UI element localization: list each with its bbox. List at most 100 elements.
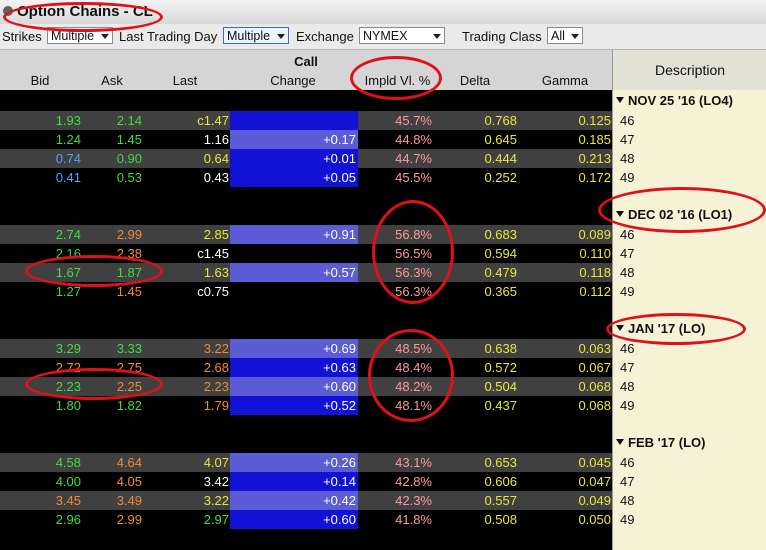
strikes-dropdown[interactable]: Multiple — [47, 27, 113, 44]
table-row[interactable]: 1.67 1.87 1.63 +0.57 56.3% 0.479 0.118 — [0, 263, 612, 282]
last-cell: 0.43 — [203, 170, 229, 185]
expiry-group-header[interactable]: JAN '17 (LO) — [616, 321, 706, 336]
change-cell: +0.60 — [323, 379, 356, 394]
ask-cell: 1.45 — [116, 284, 142, 299]
gamma-cell: 0.063 — [578, 341, 611, 356]
bid-cell: 0.41 — [55, 170, 81, 185]
table-row[interactable]: 2.74 2.99 2.85 +0.91 56.8% 0.683 0.089 — [0, 225, 612, 244]
expiry-separator-row — [0, 320, 612, 339]
strike-description: 47 — [620, 474, 635, 489]
implied-volatility-cell: 45.7% — [395, 113, 432, 128]
bid-cell: 2.72 — [55, 360, 81, 375]
delta-cell: 0.572 — [484, 360, 517, 375]
ask-cell: 2.25 — [116, 379, 142, 394]
table-row[interactable]: 2.23 2.25 2.23 +0.60 48.2% 0.504 0.068 — [0, 377, 612, 396]
column-header-implied-volatility[interactable]: Impld Vl. % — [350, 73, 445, 88]
table-row[interactable]: 2.72 2.75 2.68 +0.63 48.4% 0.572 0.067 — [0, 358, 612, 377]
bid-cell: 2.74 — [55, 227, 81, 242]
expiry-group-header[interactable]: FEB '17 (LO) — [616, 435, 706, 450]
exchange-value: NYMEX — [363, 29, 408, 43]
delta-cell: 0.479 — [484, 265, 517, 280]
window-menu-icon[interactable] — [3, 6, 13, 16]
implied-volatility-cell: 48.5% — [395, 341, 432, 356]
collapse-triangle-icon[interactable] — [616, 325, 624, 331]
last-cell: 3.22 — [203, 493, 229, 508]
table-row[interactable]: 4.58 4.64 4.07 +0.26 43.1% 0.653 0.045 — [0, 453, 612, 472]
strike-description: 49 — [620, 284, 635, 299]
chevron-down-icon — [571, 34, 579, 39]
strike-description: 46 — [620, 227, 635, 242]
ask-cell: 3.33 — [116, 341, 142, 356]
last-trading-day-dropdown[interactable]: Multiple — [223, 27, 289, 44]
table-row[interactable]: 0.74 0.90 0.64 +0.01 44.7% 0.444 0.213 — [0, 149, 612, 168]
column-header-gamma[interactable]: Gamma — [535, 73, 595, 88]
last-cell: 0.64 — [203, 151, 229, 166]
strike-description: 47 — [620, 132, 635, 147]
expiry-label: JAN '17 (LO) — [628, 321, 706, 336]
implied-volatility-cell: 56.3% — [395, 284, 432, 299]
implied-volatility-cell: 48.4% — [395, 360, 432, 375]
ask-cell: 0.53 — [116, 170, 142, 185]
column-header-bid[interactable]: Bid — [10, 73, 70, 88]
last-cell: 1.79 — [203, 398, 229, 413]
expiry-separator-row — [0, 206, 612, 225]
strikes-label: Strikes — [2, 29, 42, 44]
bid-cell: 1.93 — [55, 113, 81, 128]
delta-cell: 0.252 — [484, 170, 517, 185]
expiry-group-header[interactable]: NOV 25 '16 (LO4) — [616, 93, 733, 108]
trading-class-dropdown[interactable]: All — [547, 27, 583, 44]
change-cell: +0.14 — [323, 474, 356, 489]
ask-cell: 2.99 — [116, 227, 142, 242]
collapse-triangle-icon[interactable] — [616, 211, 624, 217]
delta-cell: 0.653 — [484, 455, 517, 470]
table-row[interactable]: 1.93 2.14 c1.47 45.7% 0.768 0.125 — [0, 111, 612, 130]
table-row[interactable]: 2.96 2.99 2.97 +0.60 41.8% 0.508 0.050 — [0, 510, 612, 529]
table-row[interactable]: 4.00 4.05 3.42 +0.14 42.8% 0.606 0.047 — [0, 472, 612, 491]
table-row[interactable]: 2.16 2.38 c1.45 56.5% 0.594 0.110 — [0, 244, 612, 263]
delta-cell: 0.594 — [484, 246, 517, 261]
description-column-header[interactable]: Description — [612, 50, 766, 90]
bid-cell: 4.00 — [55, 474, 81, 489]
strike-description: 49 — [620, 512, 635, 527]
expiry-group-header[interactable]: DEC 02 '16 (LO1) — [616, 207, 732, 222]
gamma-cell: 0.045 — [578, 455, 611, 470]
strike-description: 47 — [620, 360, 635, 375]
table-row[interactable]: 1.27 1.45 c0.75 56.3% 0.365 0.112 — [0, 282, 612, 301]
table-row[interactable]: 0.41 0.53 0.43 +0.05 45.5% 0.252 0.172 — [0, 168, 612, 187]
strike-description: 48 — [620, 493, 635, 508]
table-row[interactable]: 1.24 1.45 1.16 +0.17 44.8% 0.645 0.185 — [0, 130, 612, 149]
expiry-separator-row — [0, 92, 612, 111]
delta-cell: 0.365 — [484, 284, 517, 299]
change-cell: +0.63 — [323, 360, 356, 375]
table-row[interactable]: 3.45 3.49 3.22 +0.42 42.3% 0.557 0.049 — [0, 491, 612, 510]
change-cell: +0.17 — [323, 132, 356, 147]
last-trading-day-label: Last Trading Day — [119, 29, 218, 44]
collapse-triangle-icon[interactable] — [616, 97, 624, 103]
column-header-last[interactable]: Last — [155, 73, 215, 88]
table-header: Call Bid Ask Last Change Impld Vl. % Del… — [0, 50, 612, 90]
expiry-separator-row — [0, 434, 612, 453]
column-header-change[interactable]: Change — [263, 73, 323, 88]
column-header-ask[interactable]: Ask — [82, 73, 142, 88]
window-title: Option Chains - CL — [17, 3, 153, 20]
chevron-down-icon — [277, 34, 285, 39]
collapse-triangle-icon[interactable] — [616, 439, 624, 445]
change-cell: +0.52 — [323, 398, 356, 413]
last-cell: c0.75 — [197, 284, 229, 299]
delta-cell: 0.508 — [484, 512, 517, 527]
last-cell: 1.16 — [203, 132, 229, 147]
exchange-dropdown[interactable]: NYMEX — [359, 27, 445, 44]
trading-class-value: All — [551, 29, 565, 43]
expiry-label: DEC 02 '16 (LO1) — [628, 207, 733, 222]
gamma-cell: 0.172 — [578, 170, 611, 185]
table-row[interactable]: 3.29 3.33 3.22 +0.69 48.5% 0.638 0.063 — [0, 339, 612, 358]
table-row[interactable]: 1.80 1.82 1.79 +0.52 48.1% 0.437 0.068 — [0, 396, 612, 415]
change-cell: +0.57 — [323, 265, 356, 280]
bid-cell: 1.24 — [55, 132, 81, 147]
strike-description: 48 — [620, 265, 635, 280]
strike-description: 46 — [620, 455, 635, 470]
column-header-delta[interactable]: Delta — [445, 73, 505, 88]
strike-description: 48 — [620, 379, 635, 394]
strike-description: 46 — [620, 113, 635, 128]
strike-description: 47 — [620, 246, 635, 261]
